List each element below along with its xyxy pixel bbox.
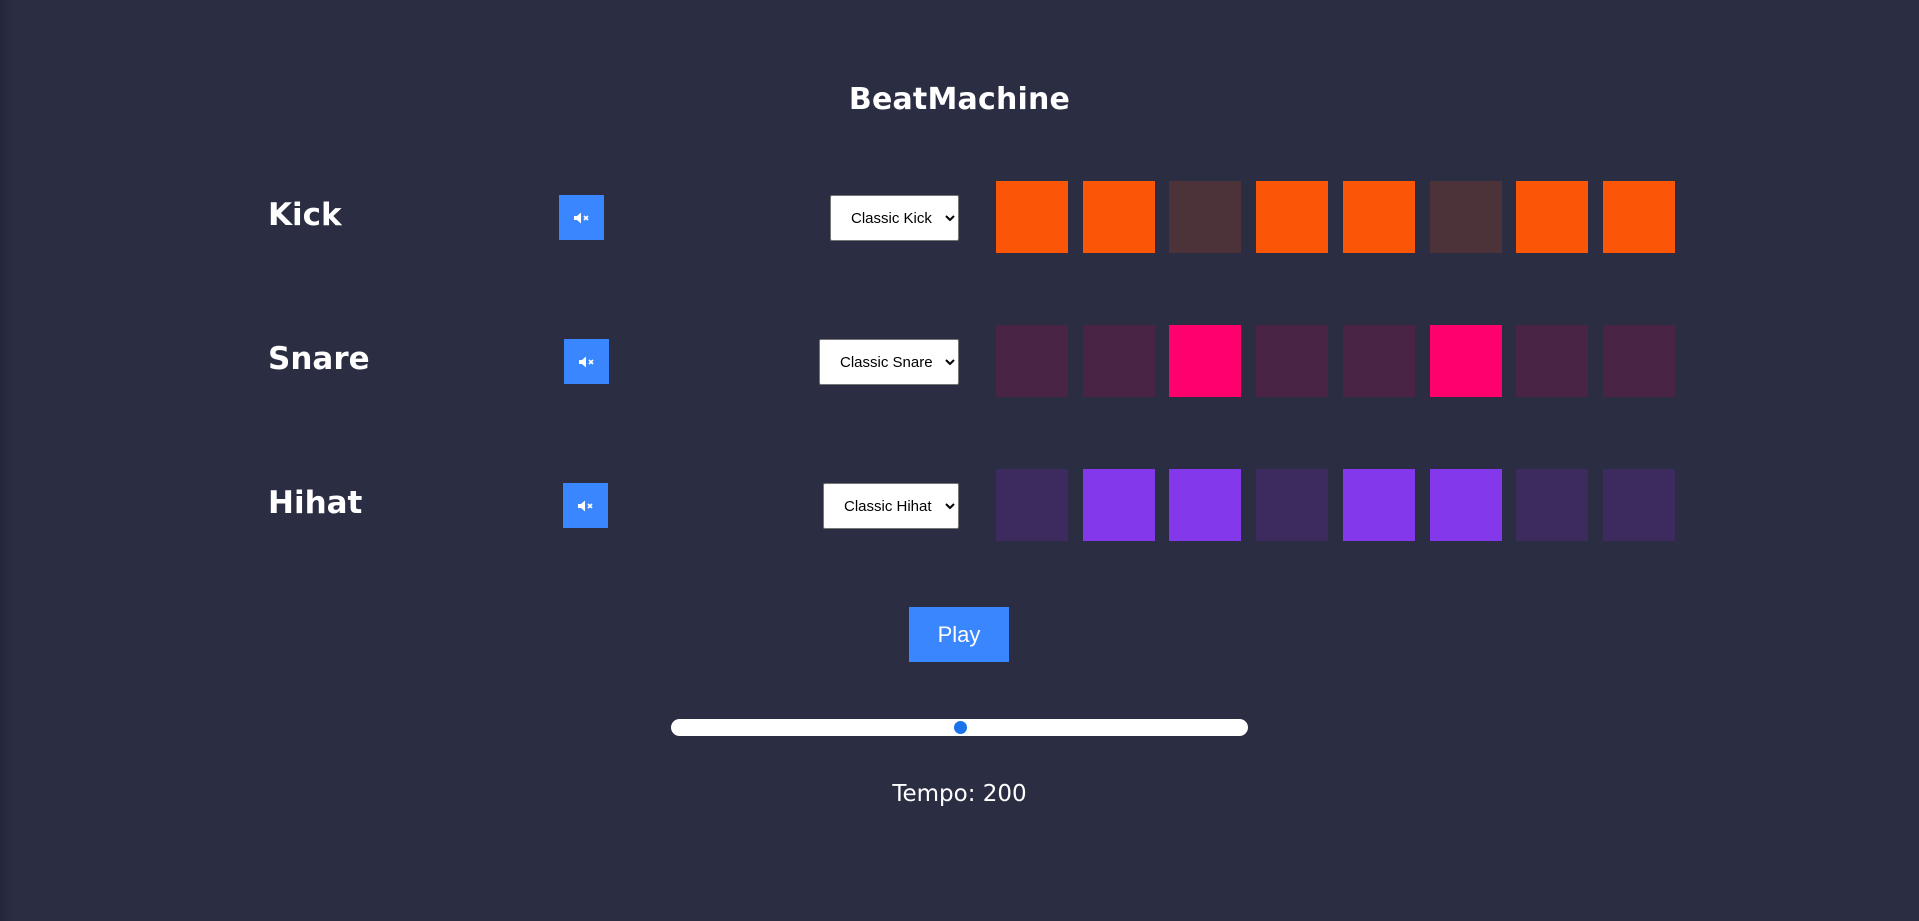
step-pad-active[interactable] — [1429, 469, 1502, 541]
app-title: BeatMachine — [848, 82, 1071, 117]
track-row-snare: Snare Classic Snare — [0, 325, 1919, 397]
tempo-slider-thumb[interactable] — [953, 721, 967, 734]
step-pad-inactive[interactable] — [1082, 325, 1155, 397]
mute-button[interactable] — [559, 195, 604, 240]
step-pad-inactive[interactable] — [1256, 325, 1329, 397]
track-name: Kick — [268, 197, 342, 233]
sound-select[interactable]: Classic Kick — [830, 195, 959, 241]
mute-button[interactable] — [563, 483, 608, 528]
step-pad-active[interactable] — [1602, 181, 1675, 253]
step-pad-inactive[interactable] — [1602, 325, 1675, 397]
speaker-muted-icon — [577, 500, 593, 511]
track-name: Snare — [268, 341, 370, 377]
step-pad-inactive[interactable] — [1516, 325, 1589, 397]
step-pad-active[interactable] — [1082, 469, 1155, 541]
play-button[interactable]: Play — [909, 607, 1009, 662]
pad-row — [996, 325, 1716, 397]
step-pad-active[interactable] — [1516, 181, 1589, 253]
step-pad-active[interactable] — [1082, 181, 1155, 253]
step-pad-inactive[interactable] — [1516, 469, 1589, 541]
track-row-kick: Kick Classic Kick — [0, 181, 1919, 253]
step-pad-active[interactable] — [1342, 469, 1415, 541]
sound-select[interactable]: Classic Snare — [819, 339, 959, 385]
step-pad-inactive[interactable] — [996, 325, 1068, 397]
step-pad-inactive[interactable] — [1342, 325, 1415, 397]
step-pad-inactive[interactable] — [1602, 469, 1675, 541]
step-pad-active[interactable] — [1169, 469, 1242, 541]
speaker-muted-icon — [573, 212, 589, 223]
step-pad-active[interactable] — [1169, 325, 1242, 397]
step-pad-active[interactable] — [1342, 181, 1415, 253]
step-pad-inactive[interactable] — [1429, 181, 1502, 253]
mute-button[interactable] — [564, 339, 609, 384]
step-pad-active[interactable] — [1429, 325, 1502, 397]
tempo-label: Tempo: 200 — [892, 781, 1027, 807]
pad-row — [996, 181, 1716, 253]
step-pad-active[interactable] — [996, 181, 1068, 253]
track-name: Hihat — [268, 485, 363, 521]
step-pad-inactive[interactable] — [1169, 181, 1242, 253]
step-pad-inactive[interactable] — [1256, 469, 1329, 541]
step-pad-active[interactable] — [1256, 181, 1329, 253]
speaker-muted-icon — [578, 356, 594, 367]
tempo-slider[interactable] — [671, 719, 1248, 736]
pad-row — [996, 469, 1716, 541]
track-row-hihat: Hihat Classic Hihat — [0, 469, 1919, 541]
sound-select[interactable]: Classic Hihat — [823, 483, 959, 529]
step-pad-inactive[interactable] — [996, 469, 1068, 541]
